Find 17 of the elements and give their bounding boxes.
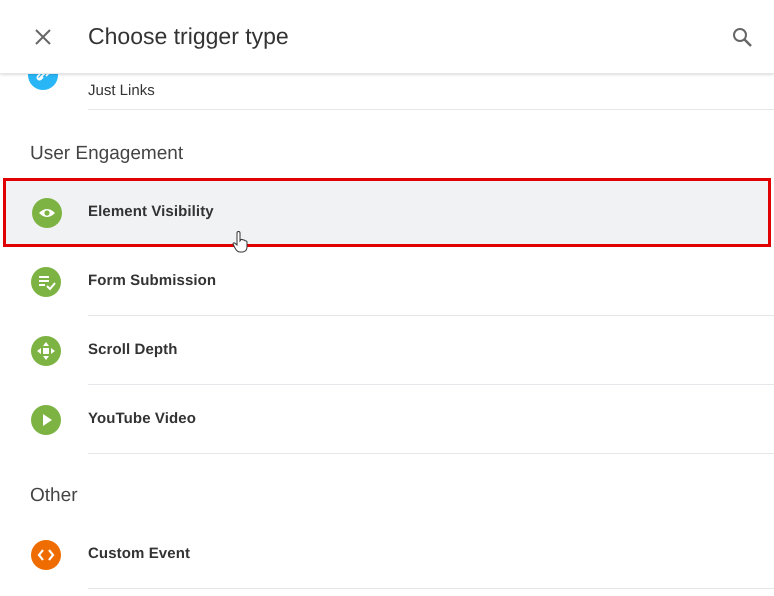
section-heading: User Engagement xyxy=(30,142,184,166)
list-item[interactable]: Just Links xyxy=(0,74,774,110)
trigger-item[interactable]: YouTube Video xyxy=(3,385,774,454)
close-icon xyxy=(34,28,52,46)
trigger-item[interactable]: Form Submission xyxy=(3,247,774,316)
item-label: Element Visibility xyxy=(88,202,214,222)
search-icon xyxy=(731,26,753,48)
item-label: Custom Event xyxy=(88,544,190,564)
item-label: Form Submission xyxy=(88,270,216,291)
item-label: Just Links xyxy=(88,81,155,102)
dialog-title: Choose trigger type xyxy=(88,22,289,52)
trigger-item[interactable]: Scroll Depth xyxy=(3,316,774,385)
section-heading: Other xyxy=(30,484,78,508)
trigger-item[interactable]: Custom Event xyxy=(3,520,774,589)
cursor-icon xyxy=(232,231,250,253)
item-label: Scroll Depth xyxy=(88,340,178,360)
item-label: YouTube Video xyxy=(88,408,196,429)
